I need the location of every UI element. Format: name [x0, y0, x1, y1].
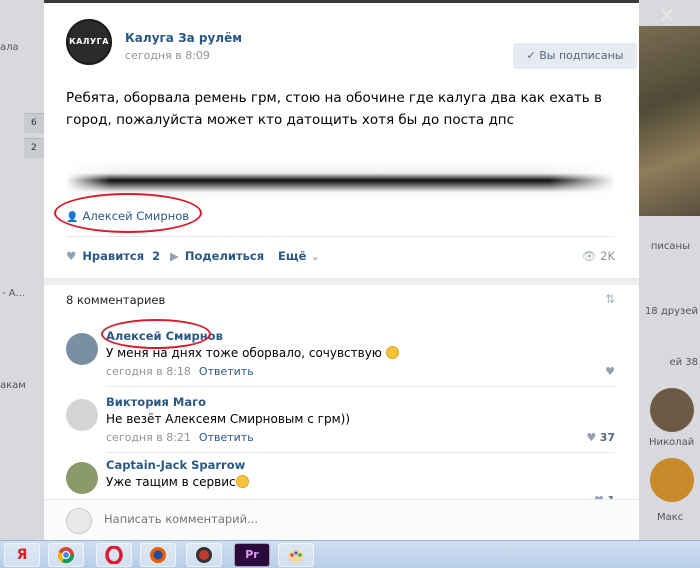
comment-like[interactable]: ♥ — [605, 365, 615, 378]
like-count: 2 — [152, 249, 161, 263]
chevron-down-icon: ⌄ — [310, 249, 321, 263]
eye-icon: 👁 — [581, 249, 597, 263]
bg-cell: 6 — [24, 113, 44, 133]
comment-meta: сегодня в 8:21 Ответить — [106, 431, 254, 444]
taskbar-media-icon[interactable] — [186, 543, 222, 567]
views-counter: 👁 2K — [582, 249, 615, 263]
comment-time[interactable]: сегодня в 8:18 — [106, 365, 191, 378]
like-count: 37 — [599, 431, 615, 444]
avatar[interactable] — [66, 399, 98, 431]
bg-text: Макс — [657, 512, 684, 523]
comment-divider — [106, 386, 615, 387]
chrome-icon — [57, 547, 75, 564]
post-time[interactable]: сегодня в 8:09 — [125, 49, 210, 62]
emoji-icon — [385, 346, 399, 359]
comment-time[interactable]: сегодня в 8:21 — [106, 431, 191, 444]
sort-icon[interactable]: ⇅ — [605, 292, 615, 306]
group-avatar[interactable]: КАЛУГА — [66, 19, 112, 65]
reply-link[interactable]: Ответить — [199, 431, 254, 444]
taskbar-paint-icon[interactable] — [278, 543, 314, 567]
bg-text: Николай — [649, 437, 695, 448]
comment-like[interactable]: ♥ 37 — [586, 431, 615, 444]
reply-link[interactable]: Ответить — [199, 365, 254, 378]
megaphone-icon: ▶ — [170, 249, 179, 263]
comment-author[interactable]: Captain-Jack Sparrow — [106, 458, 245, 472]
bg-text: ей 38 — [669, 357, 698, 368]
red-annotation-oval — [101, 319, 211, 349]
post-text: Ребята, оборвала ремень грм, стою на обо… — [66, 90, 603, 128]
close-icon[interactable]: ✕ — [658, 4, 676, 29]
comment-input[interactable] — [104, 512, 504, 526]
bg-avatar — [650, 458, 694, 502]
post-modal: КАЛУГА Калуга За рулём сегодня в 8:09 ✓ … — [44, 3, 639, 540]
heart-icon: ♥ — [586, 431, 597, 444]
bg-avatar — [650, 388, 694, 432]
emoji-icon — [235, 475, 249, 488]
firefox-icon — [150, 547, 166, 563]
chevron-left-icon[interactable]: ❮ — [4, 252, 28, 282]
bg-cell: 2 — [24, 138, 44, 158]
media-icon — [196, 547, 212, 563]
comment-divider — [106, 452, 615, 453]
comments-count: 8 комментариев — [66, 293, 166, 307]
share-label: Поделиться — [184, 249, 265, 263]
palette-icon — [288, 549, 304, 563]
taskbar-opera-icon[interactable] — [96, 543, 132, 567]
section-divider — [44, 278, 639, 285]
more-button[interactable]: Ещё ⌄ — [278, 249, 320, 263]
avatar[interactable] — [66, 333, 98, 365]
bg-text: писаны — [650, 241, 690, 252]
views-count: 2K — [600, 249, 615, 263]
heart-icon: ♥ — [605, 365, 615, 378]
red-annotation-oval — [54, 193, 202, 233]
comment-text: Не везёт Алексеям Смирновым с грм)) — [106, 412, 351, 426]
bg-text: ала — [0, 42, 19, 53]
subscribed-button[interactable]: ✓ Вы подписаны — [513, 43, 637, 69]
taskbar-chrome-icon[interactable] — [48, 543, 84, 567]
bg-photo — [639, 26, 700, 216]
group-name-link[interactable]: Калуга За рулём — [125, 31, 242, 45]
bg-text: 18 друзей — [644, 306, 698, 317]
opera-icon — [105, 545, 123, 565]
comment-author[interactable]: Виктория Маго — [106, 395, 206, 409]
like-label: Нравится — [82, 249, 145, 263]
taskbar-firefox-icon[interactable] — [140, 543, 176, 567]
avatar — [66, 508, 92, 534]
comment-meta: сегодня в 8:18 Ответить — [106, 365, 254, 378]
taskbar: Я Pr — [0, 540, 700, 568]
bg-text: - А... — [2, 288, 26, 299]
taskbar-yandex-icon[interactable]: Я — [4, 543, 40, 567]
like-button[interactable]: ♥ Нравится 2 — [66, 249, 160, 263]
taskbar-premiere-icon[interactable]: Pr — [234, 543, 270, 567]
avatar[interactable] — [66, 462, 98, 494]
chevron-right-icon[interactable]: ❯ — [654, 252, 678, 282]
comment-text: Уже тащим в сервис — [106, 475, 249, 489]
bg-text: акам — [0, 380, 26, 391]
more-label: Ещё — [278, 249, 307, 263]
share-button[interactable]: ▶ Поделиться — [170, 249, 264, 263]
post-actions: ♥ Нравится 2 ▶ Поделиться Ещё ⌄ 👁 2K — [66, 236, 615, 276]
heart-icon: ♥ — [66, 249, 77, 263]
comment-composer — [44, 499, 639, 540]
